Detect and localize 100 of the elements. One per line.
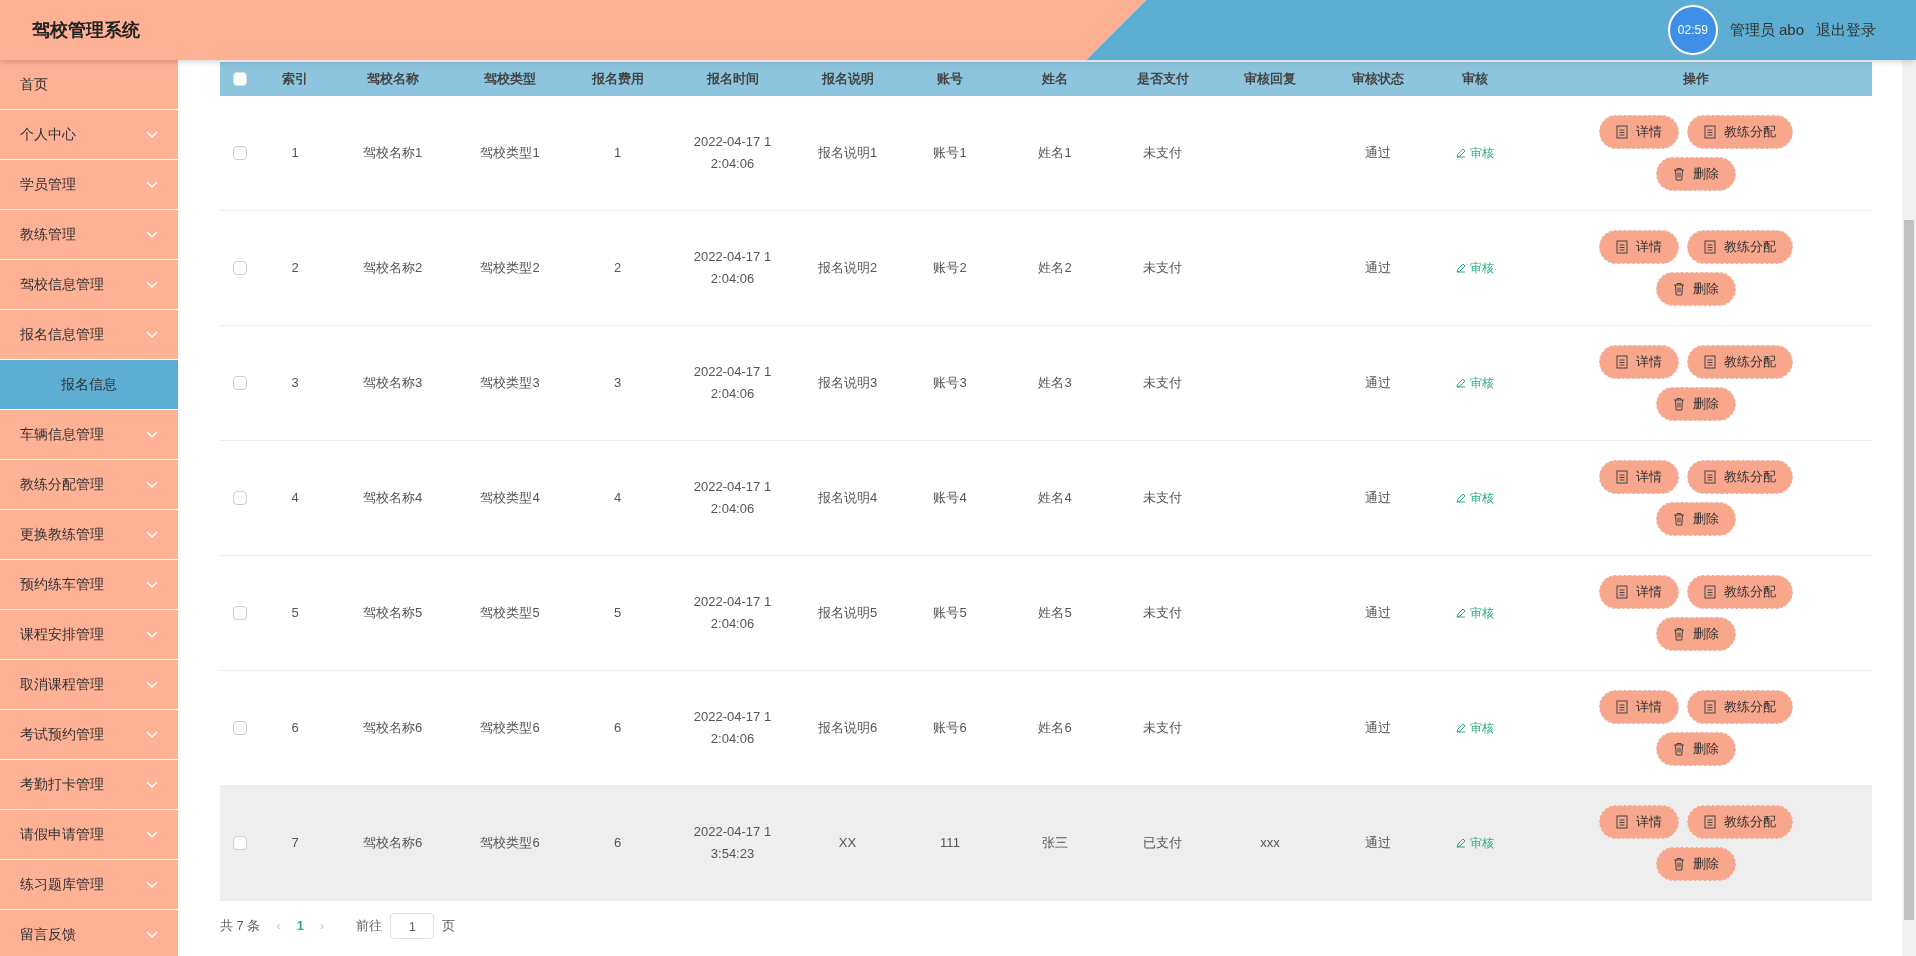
row-checkbox[interactable] <box>233 836 247 850</box>
document-icon <box>1616 240 1628 254</box>
action-button[interactable]: 删除 <box>1656 847 1736 881</box>
column-header: 索引 <box>282 70 308 89</box>
table-cell-text: 4 <box>291 489 299 508</box>
table-cell-text: 通过 <box>1364 719 1391 738</box>
table-cell-text: 驾校类型5 <box>480 604 540 623</box>
trash-icon <box>1673 627 1685 641</box>
chevron-down-icon <box>146 880 158 889</box>
action-button[interactable]: 教练分配 <box>1687 345 1793 379</box>
document-icon <box>1704 240 1716 254</box>
action-button[interactable]: 教练分配 <box>1687 805 1793 839</box>
row-checkbox[interactable] <box>233 721 247 735</box>
table-cell-text: 驾校名称3 <box>362 374 423 393</box>
table-cell-text: 张三 <box>1042 834 1068 853</box>
chevron-down-icon <box>146 230 158 239</box>
row-checkbox[interactable] <box>233 606 247 620</box>
trash-icon <box>1673 167 1685 181</box>
table-cell-text: 报名说明5 <box>817 604 878 623</box>
pencil-icon <box>1456 263 1466 273</box>
action-button[interactable]: 详情 <box>1599 805 1679 839</box>
table-cell-text: 5 <box>291 604 299 623</box>
table-cell-text: 报名说明2 <box>817 259 878 278</box>
chevron-down-icon <box>146 280 158 289</box>
action-button[interactable]: 详情 <box>1599 115 1679 149</box>
action-button[interactable]: 删除 <box>1656 732 1736 766</box>
row-checkbox[interactable] <box>233 261 247 275</box>
action-button[interactable]: 教练分配 <box>1687 690 1793 724</box>
action-button[interactable]: 详情 <box>1599 230 1679 264</box>
table-cell-text: 驾校名称6 <box>362 719 423 738</box>
action-button[interactable]: 详情 <box>1599 345 1679 379</box>
document-icon <box>1616 125 1628 139</box>
column-header: 审核状态 <box>1351 70 1404 89</box>
action-button[interactable]: 教练分配 <box>1687 460 1793 494</box>
chevron-down-icon <box>146 680 158 689</box>
table-cell-text: 已支付 <box>1143 834 1182 853</box>
table-cell-text: 4 <box>613 489 622 508</box>
action-button[interactable]: 教练分配 <box>1687 230 1793 264</box>
table-cell-text: 未支付 <box>1143 259 1182 278</box>
document-icon <box>1616 700 1628 714</box>
table-cell-text: XX <box>838 834 857 853</box>
action-button[interactable]: 教练分配 <box>1687 575 1793 609</box>
table-cell-text: 姓名4 <box>1038 489 1072 508</box>
trash-icon <box>1673 512 1685 526</box>
table-cell-text: 账号4 <box>933 489 967 508</box>
table-cell-text: 2022-04-17 12:04:06 <box>692 363 773 403</box>
goto-label: 前往 <box>356 917 383 936</box>
table-cell-text: 通过 <box>1364 604 1391 623</box>
table-cell-text: 姓名1 <box>1038 144 1072 163</box>
action-button[interactable]: 删除 <box>1656 502 1736 536</box>
table-cell-text: 2 <box>291 259 299 278</box>
action-button[interactable]: 删除 <box>1656 272 1736 306</box>
chevron-down-icon <box>146 630 158 639</box>
action-button[interactable]: 详情 <box>1599 690 1679 724</box>
table-cell-text: 报名说明1 <box>817 144 878 163</box>
table-cell-text: 6 <box>291 719 299 738</box>
action-button[interactable]: 删除 <box>1656 617 1736 651</box>
chevron-down-icon <box>146 530 158 539</box>
logout-link[interactable]: 退出登录 <box>1816 18 1876 42</box>
table-cell-text: 驾校类型2 <box>480 259 540 278</box>
table-cell-text: 报名说明6 <box>817 719 878 738</box>
sidebar-subitem[interactable]: 报名信息 <box>0 360 178 410</box>
document-icon <box>1704 585 1716 599</box>
table-cell-text: 驾校类型6 <box>480 834 540 853</box>
pencil-icon <box>1456 378 1466 388</box>
table-cell-text: 1 <box>291 144 299 163</box>
table-cell-text: 2022-04-17 13:54:23 <box>692 823 773 863</box>
select-all-checkbox[interactable] <box>233 72 247 86</box>
table-cell-text: 6 <box>613 719 622 738</box>
table-cell-text: 驾校名称2 <box>362 259 423 278</box>
document-icon <box>1704 700 1716 714</box>
action-button[interactable]: 删除 <box>1656 387 1736 421</box>
column-header: 姓名 <box>1042 70 1068 89</box>
pencil-icon <box>1456 148 1466 158</box>
column-header: 审核回复 <box>1244 70 1296 89</box>
table-cell-text: 报名说明4 <box>817 489 878 508</box>
trash-icon <box>1673 397 1685 411</box>
action-button[interactable]: 删除 <box>1656 157 1736 191</box>
table-cell-text: 驾校名称5 <box>362 604 423 623</box>
action-button[interactable]: 教练分配 <box>1687 115 1793 149</box>
total-count: 共 7 条 <box>220 917 261 936</box>
row-checkbox[interactable] <box>233 491 247 505</box>
page-input[interactable]: 1 <box>390 913 435 939</box>
document-icon <box>1704 125 1716 139</box>
chevron-down-icon <box>146 130 158 139</box>
table-cell-text: 通过 <box>1364 259 1391 278</box>
table-cell-text: 通过 <box>1364 489 1391 508</box>
table-cell-text: 通过 <box>1364 144 1391 163</box>
action-button[interactable]: 详情 <box>1599 575 1679 609</box>
table-cell-text: 账号1 <box>933 144 967 163</box>
clock-badge: 02:59 <box>1667 5 1718 55</box>
pencil-icon <box>1456 493 1466 503</box>
document-icon <box>1704 470 1716 484</box>
action-button[interactable]: 详情 <box>1599 460 1679 494</box>
table-cell-text: 1 <box>613 144 622 163</box>
row-checkbox[interactable] <box>233 146 247 160</box>
row-checkbox[interactable] <box>233 376 247 390</box>
table-cell-text: 报名说明3 <box>817 374 878 393</box>
table-cell-text: 2022-04-17 12:04:06 <box>692 708 773 748</box>
table-cell-text: 账号5 <box>933 604 967 623</box>
